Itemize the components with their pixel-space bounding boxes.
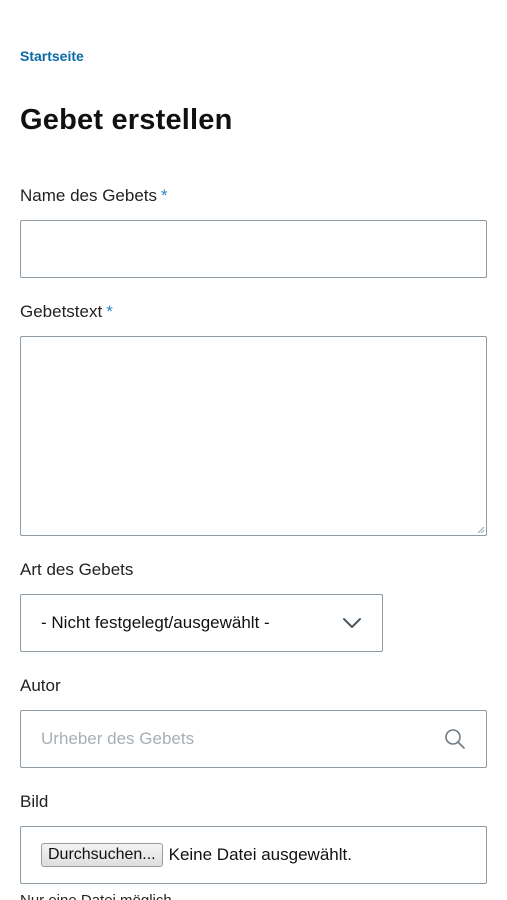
required-marker: * (106, 302, 113, 321)
name-label: Name des Gebets * (20, 186, 168, 206)
image-label: Bild (20, 792, 49, 811)
prayer-type-selected: - Nicht festgelegt/ausgewählt - (41, 613, 270, 632)
file-status-text: Keine Datei ausgewählt. (168, 845, 352, 864)
prayer-type-select[interactable]: - Nicht festgelegt/ausgewählt - (20, 594, 383, 652)
required-marker: * (161, 186, 168, 205)
browse-file-button[interactable]: Durchsuchen... (41, 843, 163, 867)
chevron-down-icon (343, 618, 361, 628)
name-label-text: Name des Gebets (20, 186, 158, 205)
resize-handle-icon[interactable] (477, 526, 485, 534)
text-label: Gebetstext * (20, 302, 113, 322)
prayer-text-textarea[interactable] (20, 336, 487, 536)
image-file-input: Durchsuchen... Keine Datei ausgewählt. (20, 826, 487, 884)
create-prayer-page: Startseite Gebet erstellen Name des Gebe… (0, 0, 507, 900)
author-placeholder: Urheber des Gebets (41, 729, 195, 748)
breadcrumb-home-link[interactable]: Startseite (20, 48, 84, 64)
type-label: Art des Gebets (20, 560, 134, 579)
search-icon (445, 729, 465, 749)
author-label: Autor (20, 676, 61, 695)
page-title: Gebet erstellen (20, 104, 233, 136)
prayer-name-input[interactable] (20, 220, 487, 278)
text-label-text: Gebetstext (20, 302, 103, 321)
file-hint-text: Nur eine Datei möglich. (20, 892, 176, 900)
author-input[interactable]: Urheber des Gebets (20, 710, 487, 768)
